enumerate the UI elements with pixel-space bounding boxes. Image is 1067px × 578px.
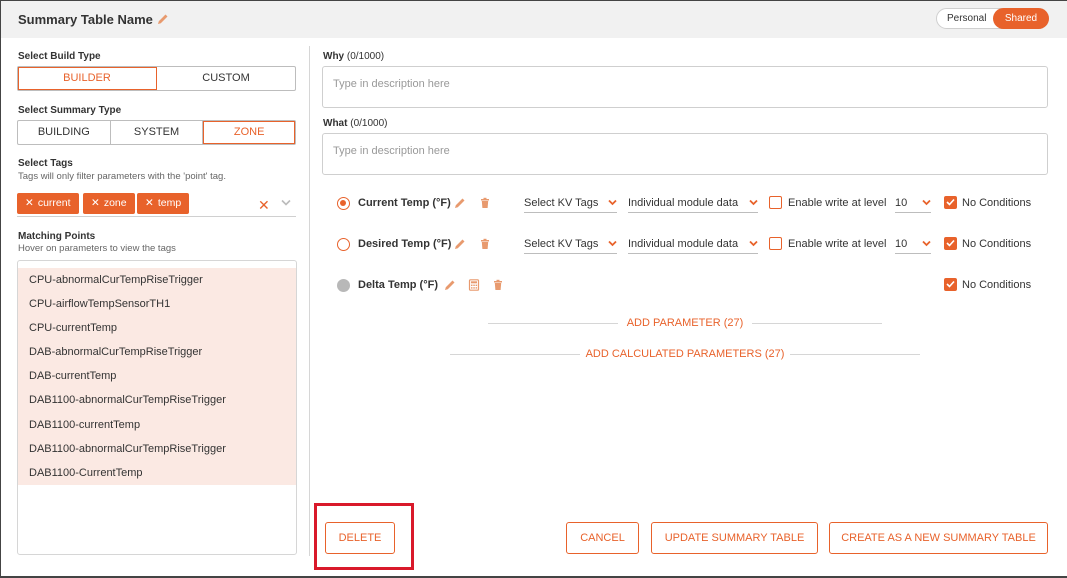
summary-type-segmented: BUILDING SYSTEM ZONE — [17, 120, 296, 145]
add-calculated-parameters-link[interactable]: ADD CALCULATED PARAMETERS (27) — [584, 348, 786, 360]
level-dropdown[interactable]: 10 — [895, 196, 931, 213]
list-item[interactable]: DAB1100-abnormalCurTempRiseTrigger — [18, 388, 296, 412]
parameter-name: Current Temp (°F) — [358, 197, 451, 209]
no-conditions-label: No Conditions — [962, 279, 1032, 291]
tag-chip-zone[interactable]: ✕ zone — [83, 193, 135, 214]
parameter-row: Delta Temp (°F) No Conditions — [337, 276, 1037, 296]
select-tags-hint: Tags will only filter parameters with th… — [18, 171, 226, 182]
module-data-dropdown[interactable]: Individual module data — [628, 196, 758, 213]
module-data-dropdown[interactable]: Individual module data — [628, 237, 758, 254]
what-placeholder: Type in description here — [333, 145, 450, 157]
calculator-icon[interactable] — [468, 279, 480, 291]
build-type-segmented: BUILDER CUSTOM — [17, 66, 296, 91]
build-type-label: Select Build Type — [18, 51, 101, 62]
no-conditions-checkbox[interactable] — [944, 196, 957, 209]
visibility-toggle[interactable]: Personal Shared — [936, 8, 1049, 29]
edit-parameter-pencil-icon[interactable] — [454, 197, 466, 209]
matching-points-box[interactable]: CPU-abnormalCurTempRiseTrigger CPU-airflo… — [17, 260, 297, 555]
parameter-name: Desired Temp (°F) — [358, 238, 452, 250]
no-conditions-label: No Conditions — [962, 197, 1032, 209]
parameter-row: Desired Temp (°F) Select KV Tags Individ… — [337, 235, 1037, 255]
chevron-down-icon — [749, 240, 758, 247]
chevron-down-icon — [749, 199, 758, 206]
build-type-custom[interactable]: CUSTOM — [157, 67, 295, 90]
add-parameter-link[interactable]: ADD PARAMETER (27) — [622, 317, 748, 329]
no-conditions-checkbox[interactable] — [944, 237, 957, 250]
parameter-name: Delta Temp (°F) — [358, 279, 438, 291]
toggle-option-personal[interactable]: Personal — [947, 13, 986, 24]
why-textarea[interactable]: Type in description here — [322, 66, 1048, 108]
list-item[interactable]: CPU-abnormalCurTempRiseTrigger — [18, 268, 296, 292]
divider-line — [488, 323, 618, 324]
parameter-row: Current Temp (°F) Select KV Tags Individ… — [337, 194, 1037, 214]
why-char-count: (0/1000) — [346, 51, 385, 62]
divider-line — [450, 354, 580, 355]
matching-points-hint: Hover on parameters to view the tags — [18, 243, 176, 254]
enable-write-checkbox[interactable] — [769, 237, 782, 250]
summary-type-system[interactable]: SYSTEM — [111, 121, 204, 144]
panel-divider — [309, 46, 310, 556]
list-item[interactable]: CPU-currentTemp — [18, 316, 296, 340]
what-char-count: (0/1000) — [350, 118, 388, 129]
list-item[interactable]: DAB-currentTemp — [18, 364, 296, 388]
no-conditions-checkbox[interactable] — [944, 278, 957, 291]
tag-chip-temp[interactable]: ✕ temp — [137, 193, 190, 214]
parameter-radio[interactable] — [337, 238, 350, 251]
toggle-option-shared[interactable]: Shared — [993, 8, 1049, 29]
delete-parameter-trash-icon[interactable] — [479, 238, 491, 250]
create-new-summary-table-button[interactable]: CREATE AS A NEW SUMMARY TABLE — [829, 522, 1048, 554]
chevron-down-icon — [922, 199, 931, 206]
parameter-radio-selected[interactable] — [337, 197, 350, 210]
check-icon — [946, 198, 955, 206]
list-item[interactable]: DAB1100-currentTemp — [18, 413, 296, 437]
chevron-down-icon — [608, 199, 617, 206]
divider-line — [752, 323, 882, 324]
page-title: Summary Table Name — [18, 12, 153, 27]
level-dropdown[interactable]: 10 — [895, 237, 931, 254]
remove-tag-icon[interactable]: ✕ — [25, 197, 34, 209]
edit-title-pencil-icon[interactable] — [157, 13, 169, 25]
matching-points-label: Matching Points — [18, 231, 96, 242]
tags-dropdown-chevron-icon[interactable] — [281, 199, 291, 207]
divider-line — [790, 354, 920, 355]
matching-points-list: CPU-abnormalCurTempRiseTrigger CPU-airflo… — [18, 268, 296, 485]
parameter-radio-disabled — [337, 279, 350, 292]
update-summary-table-button[interactable]: UPDATE SUMMARY TABLE — [651, 522, 818, 554]
clear-tags-icon[interactable]: ✕ — [258, 197, 270, 214]
what-label: What (0/1000) — [323, 118, 388, 129]
check-icon — [946, 239, 955, 247]
no-conditions-label: No Conditions — [962, 238, 1032, 250]
tag-chip-current[interactable]: ✕ current — [17, 193, 79, 214]
check-icon — [946, 280, 955, 288]
edit-parameter-pencil-icon[interactable] — [444, 279, 456, 291]
kv-tags-dropdown[interactable]: Select KV Tags — [524, 237, 617, 254]
enable-write-label: Enable write at level — [788, 238, 887, 250]
summary-type-zone[interactable]: ZONE — [203, 121, 296, 144]
chevron-down-icon — [608, 240, 617, 247]
delete-parameter-trash-icon[interactable] — [479, 197, 491, 209]
summary-type-label: Select Summary Type — [18, 105, 122, 116]
chevron-down-icon — [922, 240, 931, 247]
enable-write-checkbox[interactable] — [769, 196, 782, 209]
list-item[interactable]: CPU-airflowTempSensorTH1 — [18, 292, 296, 316]
what-textarea[interactable]: Type in description here — [322, 133, 1048, 175]
summary-type-building[interactable]: BUILDING — [18, 121, 111, 144]
list-item[interactable]: DAB1100-CurrentTemp — [18, 461, 296, 485]
kv-tags-dropdown[interactable]: Select KV Tags — [524, 196, 617, 213]
list-item[interactable]: DAB1100-abnormalCurTempRiseTrigger — [18, 437, 296, 461]
edit-parameter-pencil-icon[interactable] — [454, 238, 466, 250]
select-tags-label: Select Tags — [18, 158, 73, 169]
why-label: Why (0/1000) — [323, 51, 385, 62]
why-placeholder: Type in description here — [333, 78, 450, 90]
cancel-button[interactable]: CANCEL — [566, 522, 639, 554]
highlight-annotation-box — [314, 503, 414, 570]
delete-parameter-trash-icon[interactable] — [492, 279, 504, 291]
tags-input-underline — [17, 216, 296, 217]
enable-write-label: Enable write at level — [788, 197, 887, 209]
build-type-builder[interactable]: BUILDER — [18, 67, 157, 90]
remove-tag-icon[interactable]: ✕ — [91, 197, 100, 209]
remove-tag-icon[interactable]: ✕ — [145, 197, 154, 209]
list-item[interactable]: DAB-abnormalCurTempRiseTrigger — [18, 340, 296, 364]
